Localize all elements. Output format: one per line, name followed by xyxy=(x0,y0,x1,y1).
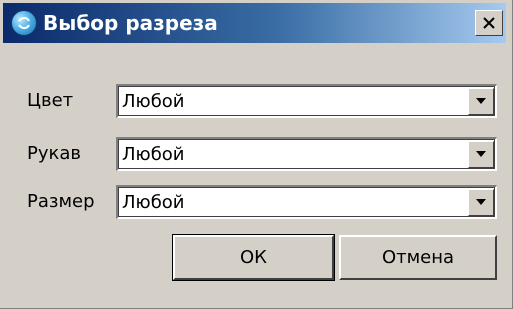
size-select-dropdown-button[interactable] xyxy=(468,189,494,216)
size-label: Размер xyxy=(27,191,95,212)
color-label: Цвет xyxy=(27,90,74,111)
size-select[interactable]: Любой xyxy=(116,185,497,219)
sleeve-select-dropdown-button[interactable] xyxy=(468,141,494,168)
size-select-value: Любой xyxy=(122,192,185,213)
window-title: Выбор разреза xyxy=(43,11,218,35)
dialog-window: Выбор разреза Цвет Любой Рукав Любой Раз xyxy=(0,0,513,309)
cancel-button[interactable]: Отмена xyxy=(339,235,497,280)
sleeve-label: Рукав xyxy=(27,143,82,164)
app-icon xyxy=(11,10,37,36)
sleeve-select-value: Любой xyxy=(122,144,185,165)
ok-button[interactable]: ОК xyxy=(172,234,335,281)
sleeve-select[interactable]: Любой xyxy=(116,137,497,171)
color-select[interactable]: Любой xyxy=(116,84,497,118)
color-select-value: Любой xyxy=(122,91,185,112)
title-bar[interactable]: Выбор разреза xyxy=(3,3,506,43)
close-button[interactable] xyxy=(475,10,503,36)
color-select-dropdown-button[interactable] xyxy=(468,88,494,115)
